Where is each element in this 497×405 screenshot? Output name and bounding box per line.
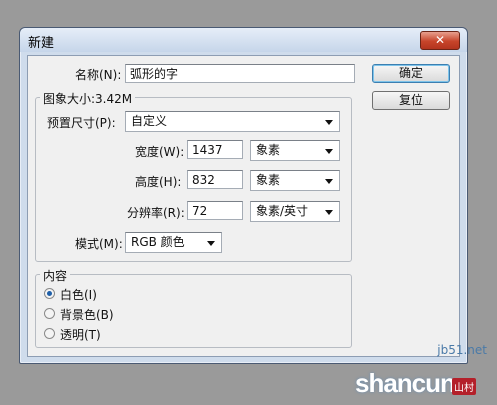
chevron-down-icon [325,120,333,125]
radio-label: 背景色(B) [60,308,114,322]
height-unit-value: 象素 [256,173,281,187]
radio-button[interactable] [44,328,55,339]
new-document-dialog: 新建 ✕ 名称(N): 弧形的字 确定 复位 图象大小:3.42M 预置尺寸(P… [19,27,468,364]
reset-button[interactable]: 复位 [372,91,450,110]
mode-value: RGB 颜色 [131,235,185,249]
mode-label: 模式(M): [75,237,123,251]
width-input[interactable]: 1437 [187,140,243,159]
resolution-input[interactable]: 72 [187,201,243,220]
height-label: 高度(H): [135,175,182,189]
name-input[interactable]: 弧形的字 [125,64,355,83]
dialog-title: 新建 [28,36,55,51]
name-label: 名称(N): [75,68,122,82]
close-button[interactable]: ✕ [420,31,460,50]
preset-select[interactable]: 自定义 [125,111,340,132]
contents-title: 内容 [40,267,71,284]
image-size-title: 图象大小:3.42M [40,90,136,107]
watermark-badge: 山村 [452,378,476,395]
height-unit-select[interactable]: 象素 [250,170,340,191]
chevron-down-icon [325,179,333,184]
width-label: 宽度(W): [135,145,185,159]
width-unit-select[interactable]: 象素 [250,140,340,161]
resolution-unit-select[interactable]: 象素/英寸 [250,201,340,222]
ok-button[interactable]: 确定 [372,64,450,83]
radio-label: 透明(T) [60,328,101,342]
dialog-body: 名称(N): 弧形的字 确定 复位 图象大小:3.42M 预置尺寸(P): 自定… [27,55,460,357]
height-input[interactable]: 832 [187,170,243,189]
preset-label: 预置尺寸(P): [47,116,116,130]
chevron-down-icon [325,210,333,215]
radio-button[interactable] [44,308,55,319]
watermark-brand: shancun [355,368,456,398]
watermark-site: jb51.net [437,343,487,357]
resolution-label: 分辨率(R): [127,206,185,220]
radio-label: 白色(I) [60,288,97,302]
radio-button[interactable] [44,288,55,299]
preset-value: 自定义 [131,114,168,128]
chevron-down-icon [207,241,215,246]
title-bar[interactable]: 新建 ✕ [20,28,467,52]
close-icon: ✕ [434,33,446,47]
resolution-unit-value: 象素/英寸 [256,204,309,218]
width-unit-value: 象素 [256,143,281,157]
chevron-down-icon [325,149,333,154]
mode-select[interactable]: RGB 颜色 [125,232,222,253]
